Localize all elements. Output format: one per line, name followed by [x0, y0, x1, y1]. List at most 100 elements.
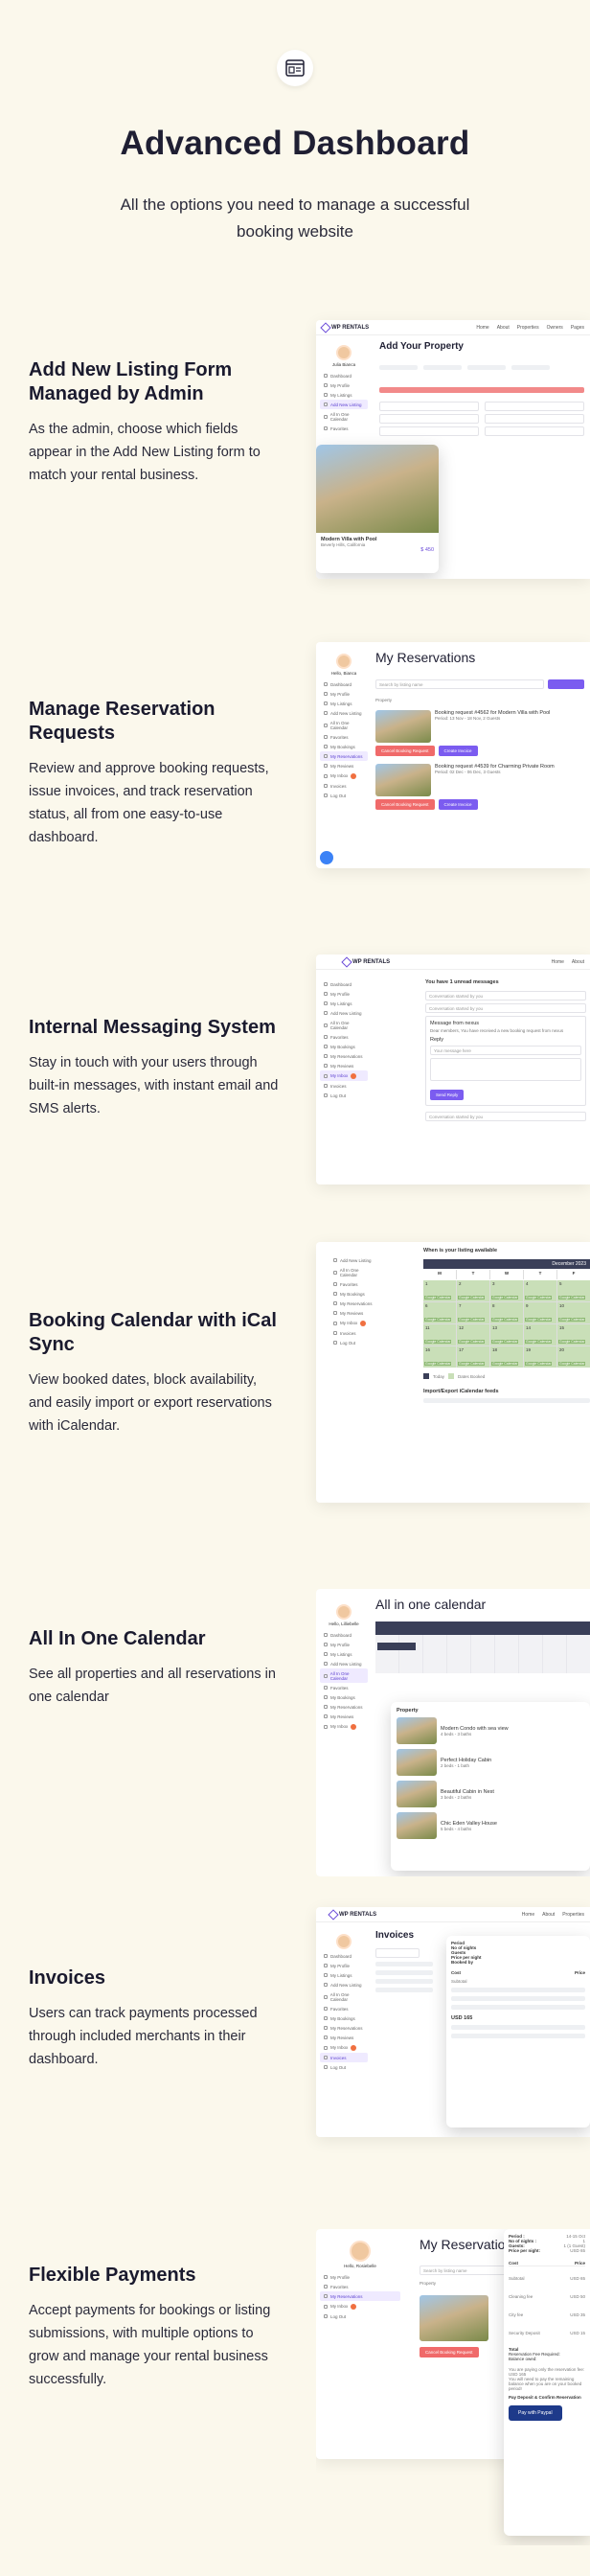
sidebar-item-favorites[interactable]: Favorites: [320, 2282, 400, 2291]
sidebar-item-reservations[interactable]: My Reservations: [320, 1702, 368, 1712]
sidebar-item-profile[interactable]: My Profile: [320, 989, 368, 999]
calendar-day[interactable]: 5 Google Calendar: [557, 1280, 590, 1301]
calendar-day[interactable]: 7 Google Calendar: [457, 1302, 489, 1323]
sidebar-item-calendar[interactable]: All In One Calendar: [320, 1668, 368, 1683]
sidebar-item-favorites[interactable]: Favorites: [320, 1032, 368, 1042]
sidebar-item-add-listing[interactable]: Add New Listing: [320, 400, 368, 409]
sidebar-item-listings[interactable]: My Listings: [320, 999, 368, 1008]
sidebar-item-logout[interactable]: Log Out: [320, 2312, 400, 2321]
calendar-day[interactable]: 10 Google Calendar: [557, 1302, 590, 1323]
sidebar-item-add-listing[interactable]: Add New Listing: [320, 1980, 368, 1990]
search-input[interactable]: Search by listing name: [375, 679, 544, 689]
sidebar-item-dashboard[interactable]: Dashboard: [320, 1951, 368, 1961]
sidebar-item-profile[interactable]: My Profile: [320, 1640, 368, 1649]
nav-properties[interactable]: Properties: [517, 325, 539, 331]
sidebar-item-inbox[interactable]: My Inbox: [320, 2301, 400, 2312]
calendar-day[interactable]: 1 Google Calendar: [423, 1280, 456, 1301]
nav-home[interactable]: Home: [552, 959, 564, 965]
calendar-day[interactable]: 13 Google Calendar: [490, 1324, 523, 1346]
sidebar-item-profile[interactable]: My Profile: [320, 689, 368, 699]
calendar-day[interactable]: 16 Google Calendar: [423, 1346, 456, 1368]
sidebar-item-logout[interactable]: Log Out: [320, 1091, 368, 1100]
sidebar-item-logout[interactable]: Log Out: [320, 2062, 368, 2072]
sidebar-item-calendar[interactable]: All In One Calendar: [320, 1018, 368, 1032]
sidebar-item-reservations[interactable]: My Reservations: [320, 1051, 368, 1061]
calendar-day[interactable]: 4 Google Calendar: [524, 1280, 556, 1301]
sidebar-item-favorites[interactable]: Favorites: [320, 2004, 368, 2013]
nav-home[interactable]: Home: [522, 1912, 534, 1918]
sidebar-item-calendar[interactable]: All In One Calendar: [329, 1265, 377, 1279]
property-item[interactable]: Beautiful Cabin in Nest 3 beds - 2 baths: [397, 1781, 584, 1807]
calendar-day[interactable]: 11 Google Calendar: [423, 1324, 456, 1346]
sidebar-item-bookings[interactable]: My Bookings: [320, 1692, 368, 1702]
cancel-booking-button[interactable]: Cancel Booking Request: [375, 746, 435, 756]
sidebar-item-reservations[interactable]: My Reservations: [320, 2291, 400, 2301]
nav-about[interactable]: About: [542, 1912, 555, 1918]
sidebar-item-inbox[interactable]: My Inbox: [329, 1318, 377, 1328]
sidebar-item-dashboard[interactable]: Dashboard: [320, 1630, 368, 1640]
cancel-booking-button[interactable]: Cancel Booking Request: [375, 799, 435, 810]
sidebar-item-calendar[interactable]: All In One Calendar: [320, 1990, 368, 2004]
sidebar-item-bookings[interactable]: My Bookings: [320, 742, 368, 751]
nav-properties[interactable]: Properties: [562, 1912, 584, 1918]
calendar-day[interactable]: 12 Google Calendar: [457, 1324, 489, 1346]
sidebar-item-listings[interactable]: My Listings: [320, 699, 368, 708]
chat-bubble-icon[interactable]: [320, 851, 333, 864]
nav-about[interactable]: About: [497, 325, 510, 331]
sidebar-item-profile[interactable]: My Profile: [320, 2272, 400, 2282]
property-item[interactable]: Chic Eden Valley House 5 beds - 4 baths: [397, 1812, 584, 1839]
sidebar-item-bookings[interactable]: My Bookings: [320, 2013, 368, 2023]
sidebar-item-inbox[interactable]: My Inbox: [320, 1070, 368, 1081]
sidebar-item-favorites[interactable]: Favorites: [320, 732, 368, 742]
sidebar-item-inbox[interactable]: My Inbox: [320, 1721, 368, 1732]
calendar-day[interactable]: 20 Google Calendar: [557, 1346, 590, 1368]
calendar-day[interactable]: 2 Google Calendar: [457, 1280, 489, 1301]
sidebar-item-bookings[interactable]: My Bookings: [320, 1042, 368, 1051]
conversation-item[interactable]: Conversation started by you: [425, 1112, 586, 1121]
calendar-day[interactable]: 17 Google Calendar: [457, 1346, 489, 1368]
sidebar-item-invoices[interactable]: Invoices: [320, 1081, 368, 1091]
sidebar-item-dashboard[interactable]: Dashboard: [320, 679, 368, 689]
calendar-day[interactable]: 9 Google Calendar: [524, 1302, 556, 1323]
sidebar-item-logout[interactable]: Log Out: [320, 791, 368, 800]
sidebar-item-listings[interactable]: My Listings: [320, 1970, 368, 1980]
sidebar-item-listings[interactable]: My Listings: [320, 1649, 368, 1659]
pay-with-paypal-button[interactable]: Pay with Paypal: [509, 2405, 562, 2421]
send-reply-button[interactable]: Send Reply: [430, 1090, 465, 1100]
sidebar-item-dashboard[interactable]: Dashboard: [320, 371, 368, 380]
sidebar-item-profile[interactable]: My Profile: [320, 380, 368, 390]
sidebar-item-calendar[interactable]: All In One Calendar: [320, 718, 368, 732]
sidebar-item-reservations[interactable]: My Reservations: [320, 751, 368, 761]
nav-home[interactable]: Home: [476, 325, 488, 331]
conversation-item[interactable]: Conversation started by you: [425, 991, 586, 1000]
calendar-day[interactable]: 6 Google Calendar: [423, 1302, 456, 1323]
sidebar-item-profile[interactable]: My Profile: [320, 1961, 368, 1970]
sidebar-item-invoices[interactable]: Invoices: [329, 1328, 377, 1338]
sidebar-item-reservations[interactable]: My Reservations: [320, 2023, 368, 2033]
calendar-day[interactable]: 8 Google Calendar: [490, 1302, 523, 1323]
sidebar-item-listings[interactable]: My Listings: [320, 390, 368, 400]
property-item[interactable]: Modern Condo with sea view 4 beds - 3 bat…: [397, 1717, 584, 1744]
nav-about[interactable]: About: [572, 959, 584, 965]
sidebar-item-inbox[interactable]: My Inbox: [320, 770, 368, 781]
calendar-day[interactable]: 18 Google Calendar: [490, 1346, 523, 1368]
nav-owners[interactable]: Owners: [547, 325, 563, 331]
sidebar-item-reviews[interactable]: My Reviews: [320, 1061, 368, 1070]
sidebar-item-reviews[interactable]: My Reviews: [329, 1308, 377, 1318]
calendar-day[interactable]: 19 Google Calendar: [524, 1346, 556, 1368]
nav-pages[interactable]: Pages: [571, 325, 584, 331]
create-invoice-button[interactable]: Create Invoice: [438, 746, 478, 756]
sidebar-item-add-listing[interactable]: Add New Listing: [329, 1255, 377, 1265]
create-invoice-button[interactable]: Create Invoice: [438, 799, 478, 810]
sidebar-item-calendar[interactable]: All In One Calendar: [320, 409, 368, 424]
sidebar-item-invoices[interactable]: Invoices: [320, 2053, 368, 2062]
calendar-day[interactable]: 3 Google Calendar: [490, 1280, 523, 1301]
reply-input[interactable]: Your message here: [430, 1046, 581, 1055]
listing-card[interactable]: Modern Villa with Pool Beverly Hills, Ca…: [316, 445, 439, 573]
sidebar-item-favorites[interactable]: Favorites: [329, 1279, 377, 1289]
conversation-item[interactable]: Conversation started by you: [425, 1003, 586, 1013]
sidebar-item-inbox[interactable]: My Inbox: [320, 2042, 368, 2053]
sidebar-item-add-listing[interactable]: Add New Listing: [320, 708, 368, 718]
reply-textarea[interactable]: [430, 1058, 581, 1081]
calendar-day[interactable]: 15 Google Calendar: [557, 1324, 590, 1346]
